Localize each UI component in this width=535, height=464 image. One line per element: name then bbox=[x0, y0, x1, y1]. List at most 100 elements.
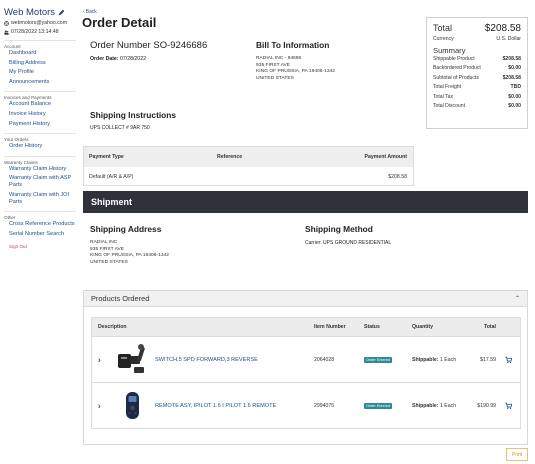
product-total: $190.99 bbox=[477, 402, 496, 409]
shipping-address-block: Shipping Address RADIAL INC 935 FIRST AV… bbox=[90, 224, 169, 266]
col-item-number: Item Number bbox=[314, 324, 346, 330]
currency-label: Currency bbox=[433, 36, 454, 42]
nav-serial-search[interactable]: Serial Number Search bbox=[4, 230, 76, 240]
summary-row-value: TBD bbox=[510, 84, 521, 90]
product-total: $17.59 bbox=[480, 356, 496, 363]
products-ordered-panel: Products Ordered ⌃ Description Item Numb… bbox=[83, 290, 528, 445]
expand-row-chevron-icon[interactable]: › bbox=[98, 355, 101, 364]
nav-my-profile[interactable]: My Profile bbox=[4, 68, 76, 78]
shipping-method-value: Carrier: UPS GROUND RESIDENTIAL bbox=[305, 240, 392, 246]
payment-row: Default (A/R & A/P) $208.58 bbox=[84, 167, 413, 186]
product-name-link[interactable]: SWITCH,5 SPD FORWARD,3 REVERSE bbox=[155, 357, 258, 363]
section-orders: Your Orders bbox=[4, 133, 76, 142]
expand-row-chevron-icon[interactable]: › bbox=[98, 401, 101, 410]
nav-warranty-asp[interactable]: Warranty Claim with ASP Parts bbox=[4, 174, 76, 191]
payment-table: Payment Type Reference Payment Amount De… bbox=[83, 146, 414, 186]
nav-warranty-history[interactable]: Warranty Claim History bbox=[4, 165, 76, 175]
order-date: Order Date: 07/28/2022 bbox=[90, 56, 146, 62]
brand-row: Web Motors bbox=[4, 6, 76, 18]
table-row: › SWITCH,5 SPD FORWARD,3 REVERSE 2064028… bbox=[92, 336, 520, 382]
users-icon bbox=[4, 30, 9, 35]
nav-account-balance[interactable]: Account Balance bbox=[4, 100, 76, 110]
section-invoices: Invoices and Payments bbox=[4, 91, 76, 100]
qty-label: Shippable: bbox=[412, 402, 439, 409]
bill-to-line: KING OF PRUSSIA, PA 19406-1342 bbox=[256, 69, 336, 75]
total-value: $208.58 bbox=[484, 23, 521, 34]
products-header-row: Description Item Number Status Quantity … bbox=[92, 318, 520, 336]
summary-row-label: Subtotal of Products bbox=[433, 74, 479, 81]
page-title: Order Detail bbox=[82, 15, 157, 30]
order-number: Order Number SO-9246686 bbox=[90, 40, 207, 51]
nav-dashboard[interactable]: Dashboard bbox=[4, 49, 76, 59]
datetime-row: 07/28/2022 13:14:48 bbox=[4, 28, 76, 36]
bill-to-line: UNITED STATES bbox=[256, 75, 294, 81]
nav-cross-reference[interactable]: Cross Reference Products bbox=[4, 220, 76, 230]
col-status: Status bbox=[364, 324, 380, 330]
col-total: Total bbox=[483, 324, 496, 330]
cart-icon[interactable] bbox=[505, 356, 512, 363]
table-row: › REMOTE ASY, IPILOT 1.6 I PILOT 1.6 REM… bbox=[92, 382, 520, 428]
cart-icon[interactable] bbox=[505, 402, 512, 409]
payment-header-row: Payment Type Reference Payment Amount bbox=[84, 147, 413, 167]
shipping-address-line: KING OF PRUSSIA, PA 19406-1342 bbox=[90, 253, 170, 259]
shipping-address-line: RADIAL INC bbox=[90, 240, 118, 245]
summary-row-value: $0.00 bbox=[508, 65, 521, 71]
bill-to-block: Bill To Information RADIAL INC - 84695 9… bbox=[256, 40, 335, 82]
edit-pencil-icon[interactable] bbox=[58, 9, 65, 16]
summary-row-value: $208.58 bbox=[502, 55, 521, 62]
status-badge: Order Entered bbox=[364, 356, 393, 363]
col-quantity: Quantity bbox=[412, 324, 434, 330]
payment-col-reference: Reference bbox=[217, 154, 243, 160]
order-date-label: Order Date: bbox=[90, 56, 119, 62]
switch-product-image bbox=[118, 344, 145, 373]
summary-label: Summary bbox=[433, 45, 466, 55]
nav-announcements[interactable]: Announcements bbox=[4, 78, 76, 88]
nav-invoice-history[interactable]: Invoice History bbox=[4, 110, 76, 120]
qty-value: 1 Each bbox=[439, 356, 457, 363]
summary-row-label: Total Tax bbox=[433, 93, 454, 100]
signout-link[interactable]: Sign Out bbox=[4, 244, 76, 249]
products-ordered-header[interactable]: Products Ordered ⌃ bbox=[84, 291, 527, 307]
order-number-label: Order Number bbox=[90, 40, 151, 51]
email-row: webmotors@yahoo.com bbox=[4, 19, 76, 27]
section-other: Other bbox=[4, 211, 76, 220]
shipping-method-block: Shipping Method Carrier: UPS GROUND RESI… bbox=[305, 224, 391, 246]
summary-row-label: Shippable Product bbox=[433, 55, 475, 62]
nav-warranty-joi[interactable]: Warranty Claim with JOI Parts bbox=[4, 191, 76, 208]
remote-product-image bbox=[126, 392, 139, 419]
col-description: Description bbox=[98, 324, 127, 330]
status-badge: Order Entered bbox=[364, 402, 393, 409]
product-quantity: Shippable: 1 Each bbox=[412, 403, 456, 409]
summary-row-value: $0.00 bbox=[508, 93, 521, 100]
summary-row-value: $208.58 bbox=[502, 74, 521, 81]
shipping-instructions-text: UPS COLLECT # 9AR 750 bbox=[90, 125, 150, 131]
summary-row-value: $0.00 bbox=[508, 103, 521, 109]
currency-value: U.S. Dollar bbox=[496, 36, 521, 42]
nav-billing-address[interactable]: Billing Address bbox=[4, 59, 76, 69]
section-account: Account bbox=[4, 40, 76, 49]
shipping-instructions-title: Shipping Instructions bbox=[90, 110, 177, 120]
payment-col-type: Payment Type bbox=[89, 154, 124, 160]
product-quantity: Shippable: 1 Each bbox=[412, 357, 456, 363]
shipping-address-title: Shipping Address bbox=[90, 224, 162, 234]
payment-col-amount: Payment Amount bbox=[364, 154, 407, 160]
product-item-number: 2994075 bbox=[314, 402, 335, 409]
product-name-link[interactable]: REMOTE ASY, IPILOT 1.6 I PILOT 1.6 REMOT… bbox=[155, 403, 276, 409]
envelope-icon bbox=[4, 20, 9, 26]
order-number-value: SO-9246686 bbox=[153, 40, 208, 51]
nav-payment-history[interactable]: Payment History bbox=[4, 120, 76, 130]
user-email: webmotors@yahoo.com bbox=[11, 20, 68, 26]
shipping-method-title: Shipping Method bbox=[305, 224, 373, 234]
sidebar: Web Motors webmotors@yahoo.com 07/28/202… bbox=[0, 0, 76, 464]
chevron-up-icon[interactable]: ⌃ bbox=[515, 295, 520, 302]
products-ordered-title: Products Ordered bbox=[91, 294, 150, 303]
print-button[interactable]: Print bbox=[506, 448, 528, 461]
summary-row-label: Backordered Product bbox=[433, 65, 481, 71]
section-warranty: Warranty Claims bbox=[4, 155, 76, 165]
shipping-address-line: UNITED STATES bbox=[90, 259, 128, 265]
shipment-band: Shipment bbox=[83, 191, 528, 213]
summary-row-label: Total Freight bbox=[433, 84, 462, 90]
qty-value: 1 Each bbox=[439, 402, 457, 409]
nav-order-history[interactable]: Order History bbox=[4, 142, 76, 152]
qty-label: Shippable: bbox=[412, 356, 439, 363]
